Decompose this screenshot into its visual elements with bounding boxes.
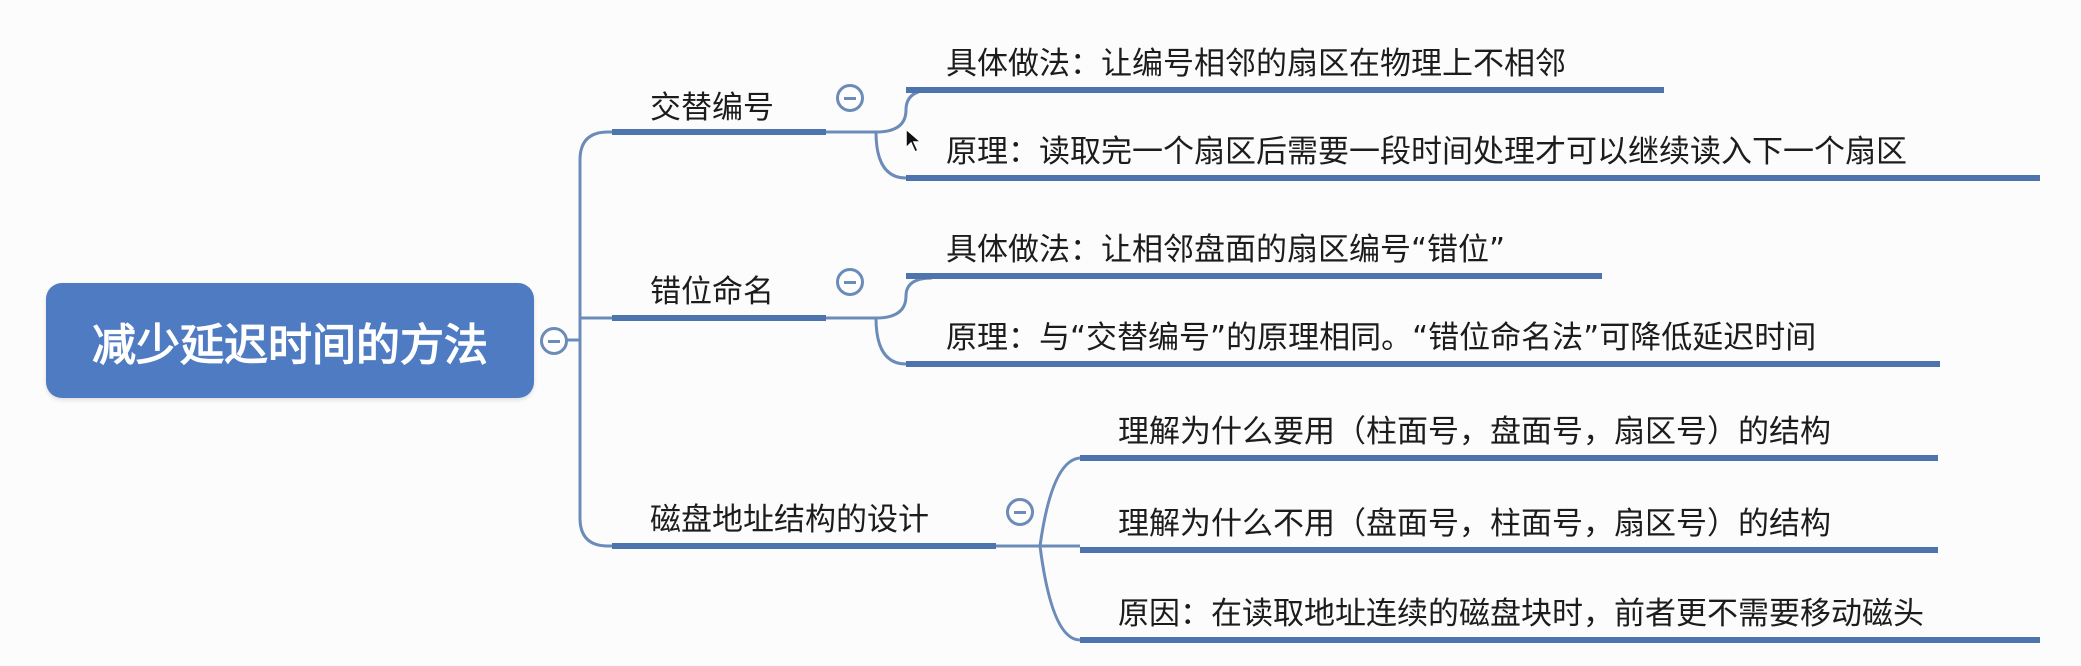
minus-circle-icon[interactable] xyxy=(540,327,568,355)
branch-label[interactable]: 错位命名 xyxy=(650,266,774,311)
leaf-label[interactable]: 原因：在读取地址连续的磁盘块时，前者更不需要移动磁头 xyxy=(1118,588,1924,633)
connector-trunk xyxy=(562,130,612,548)
leaf-label[interactable]: 具体做法：让相邻盘面的扇区编号“错位” xyxy=(946,224,1505,269)
leaf-label[interactable]: 具体做法：让编号相邻的扇区在物理上不相邻 xyxy=(946,38,1566,83)
central-topic-label: 减少延迟时间的方法 xyxy=(92,319,488,371)
branch-label[interactable]: 交替编号 xyxy=(650,82,774,127)
connector-branch-3 xyxy=(996,456,1081,642)
mouse-pointer-icon xyxy=(905,128,923,154)
branch-label[interactable]: 磁盘地址结构的设计 xyxy=(650,494,929,539)
minus-circle-icon[interactable] xyxy=(836,268,864,296)
leaf-label[interactable]: 原理：与“交替编号”的原理相同。“错位命名法”可降低延迟时间 xyxy=(946,312,1816,357)
minus-circle-icon[interactable] xyxy=(836,84,864,112)
leaf-label[interactable]: 理解为什么不用（盘面号，柱面号，扇区号）的结构 xyxy=(1118,498,1831,543)
leaf-label[interactable]: 理解为什么要用（柱面号，盘面号，扇区号）的结构 xyxy=(1118,406,1831,451)
minus-circle-icon[interactable] xyxy=(1006,498,1034,526)
central-topic[interactable]: 减少延迟时间的方法 xyxy=(46,283,534,398)
leaf-label[interactable]: 原理：读取完一个扇区后需要一段时间处理才可以继续读入下一个扇区 xyxy=(946,126,1907,171)
